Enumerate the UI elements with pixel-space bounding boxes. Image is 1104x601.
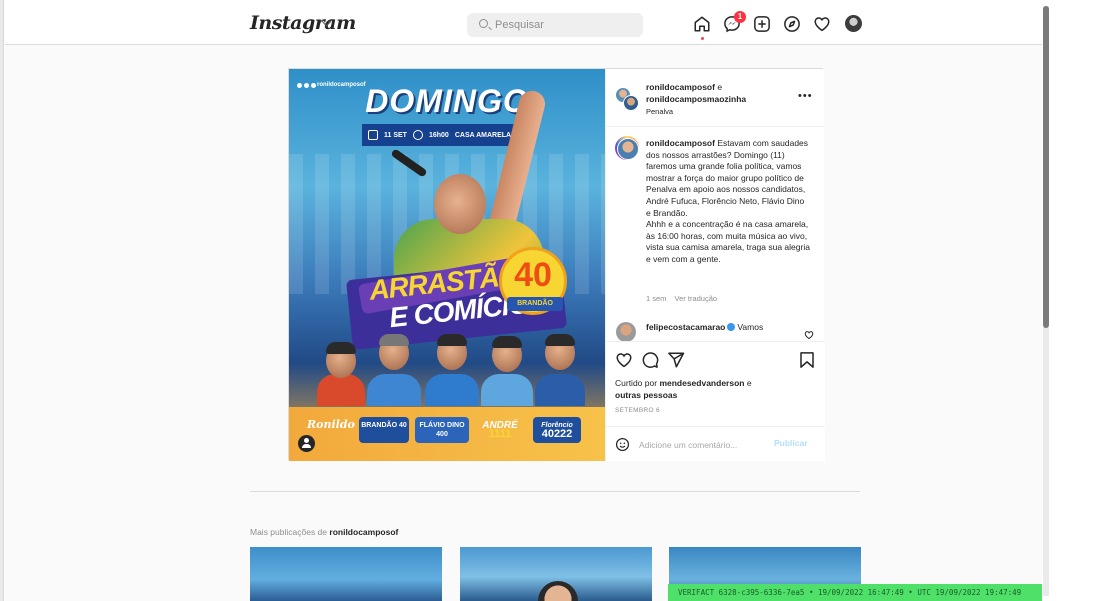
publish-button[interactable]: Publicar [774,438,808,448]
calendar-icon [368,130,378,140]
search-box[interactable] [467,13,643,37]
caption-text-1: Estavam com saudades dos nossos arrastõe… [646,138,809,218]
post-image[interactable]: ronildocamposof DOMINGO 11 SET 16h00 CAS… [289,69,605,461]
image-info-bar: 11 SET 16h00 CASA AMARELA [362,124,528,146]
share-send-icon[interactable] [667,351,685,369]
like-heart-icon[interactable] [615,351,633,369]
candidate-figure [367,334,421,406]
caption-age[interactable]: 1 sem [646,294,666,303]
image-logo-andre-num: 1111 [488,428,512,440]
page-viewport: Instagram 1 [5,0,1042,601]
home-icon[interactable] [693,15,711,33]
liked-others[interactable]: outras pessoas [615,390,677,400]
image-headline: DOMINGO [365,83,529,119]
image-date: 11 SET [384,131,407,139]
comment-text: Vamos [737,322,764,332]
clock-icon [412,130,423,140]
activity-heart-icon[interactable] [813,15,831,33]
tagged-users-icon[interactable] [298,435,315,452]
liked-suffix-1: e [746,378,752,388]
image-place: CASA AMARELA [454,131,512,139]
top-nav-bar: Instagram 1 [5,0,1042,45]
author-avatars[interactable] [615,87,639,111]
scrollbar-thumb[interactable] [1043,6,1049,328]
search-input[interactable] [495,17,635,33]
caption-text-2: Ahhh e a concentração é na casa amarela,… [646,219,810,264]
save-bookmark-icon[interactable] [798,351,816,369]
image-number-name: BRANDÃO [507,297,563,311]
post-location[interactable]: Penalva [646,107,673,116]
profile-avatar[interactable] [845,15,862,32]
more-post-thumbnail[interactable] [460,547,652,601]
more-options-icon[interactable]: ••• [798,91,812,102]
emoji-icon[interactable] [615,437,630,452]
liked-prefix: Curtido por [615,378,658,388]
caption-username[interactable]: ronildocamposof [646,138,715,148]
verified-badge-icon [727,323,736,331]
image-logo-brandao: BRANDÃO 40 [359,417,409,443]
active-indicator-dot [701,37,704,40]
section-divider [250,491,860,492]
add-comment-bar: Publicar [606,426,825,462]
comment-input[interactable] [639,438,769,452]
comment-avatar[interactable] [616,322,636,342]
search-icon [479,19,488,28]
comment-bubble-icon[interactable] [641,351,659,369]
coauthor-username[interactable]: ronildocamposmaozinha [646,94,746,104]
more-posts-user[interactable]: ronildocamposof [329,527,398,537]
post-card: ronildocamposof DOMINGO 11 SET 16h00 CAS… [288,68,825,461]
post-header: ronildocamposof e ronildocamposmaozinha … [606,69,825,127]
comment-like-heart-icon[interactable] [804,327,814,340]
image-singer-head [434,174,486,234]
browser-frame: Instagram 1 [0,0,1104,601]
post-actions: Curtido por mendesedvanderson e outras p… [606,341,825,461]
comment-username[interactable]: felipecostacamarao [646,322,725,332]
post-caption: ronildocamposof Estavam com saudades dos… [646,138,811,266]
translate-link[interactable]: Ver tradução [675,294,718,303]
candidate-figure [425,334,479,406]
new-post-icon[interactable] [753,15,771,33]
caption-avatar[interactable] [615,136,639,160]
more-post-thumbnail[interactable] [250,547,442,601]
verifact-watermark: VERIFACT 6328-c395-6336-7ea5 • 19/09/202… [668,584,1042,601]
more-posts-prefix: Mais publicações de [250,527,328,537]
candidate-figure [317,342,365,406]
liked-by-text: Curtido por mendesedvanderson e outras p… [615,378,815,401]
post-authors: ronildocamposof e ronildocamposmaozinha [646,81,796,105]
window-left-edge [0,0,4,601]
post-side-panel: ronildocamposof e ronildocamposmaozinha … [605,69,825,461]
image-candidates-group [317,334,587,406]
liked-user[interactable]: mendesedvanderson [659,378,744,388]
candidate-figure [481,336,533,406]
explore-icon[interactable] [783,15,801,33]
notification-badge: 1 [734,11,746,23]
comment-item: felipecostacamarao Vamos [646,322,796,333]
coauthor-avatar[interactable] [623,95,639,111]
image-logo-florencio-num: 40222 [541,428,573,440]
more-posts-heading: Mais publicações de ronildocamposof [250,527,398,537]
candidate-figure [535,334,585,406]
post-date[interactable]: SETEMBRO 6 [615,407,660,414]
instagram-logo[interactable]: Instagram [250,12,356,34]
author-conjunction: e [717,82,723,92]
caption-meta: 1 sem Ver tradução [646,294,723,303]
image-time: 16h00 [428,131,449,139]
image-logo-andre: ANDRÉ 1111 [477,417,523,443]
window-right-area [1042,0,1104,601]
image-logo-florencio: Florêncio 40222 [533,417,581,443]
image-logo-flavio: FLÁVIO DINO 400 [415,417,469,443]
author-username[interactable]: ronildocamposof [646,82,715,92]
